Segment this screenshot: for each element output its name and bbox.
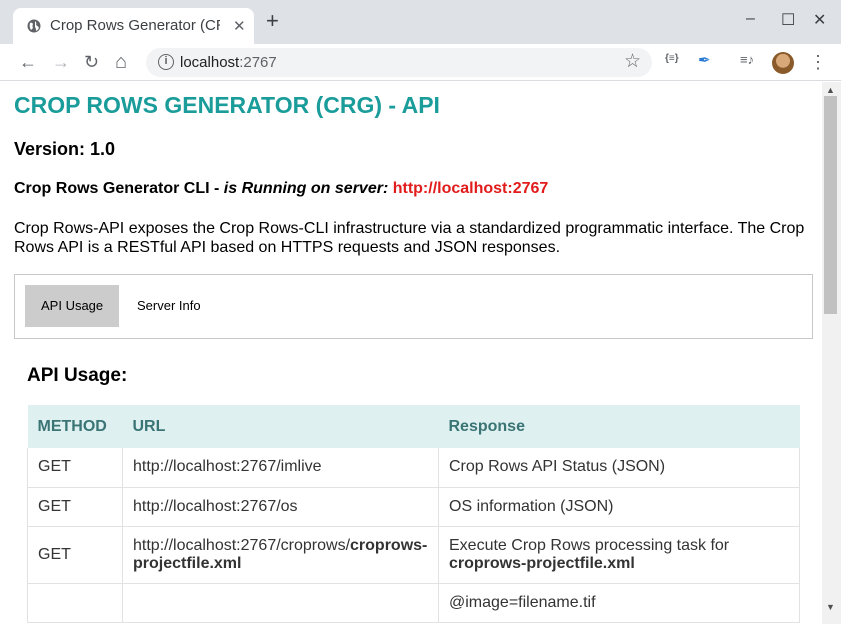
home-icon[interactable]: ⌂ — [115, 52, 127, 72]
media-control-icon[interactable]: ≡♪ — [740, 52, 754, 67]
header-response: Response — [438, 405, 800, 448]
info-icon[interactable]: i — [158, 54, 174, 70]
close-window-icon[interactable]: ✕ — [813, 10, 826, 30]
minimize-icon[interactable]: – — [746, 10, 755, 28]
cli-status-line: Crop Rows Generator CLI - is Running on … — [14, 180, 548, 198]
bookmark-star-icon[interactable]: ☆ — [624, 50, 641, 73]
method-cell: GET — [27, 448, 123, 488]
method-cell: GET — [27, 487, 123, 527]
method-cell — [27, 583, 123, 623]
url-cell — [122, 583, 439, 623]
response-cell: OS information (JSON) — [438, 487, 800, 527]
new-tab-button[interactable]: + — [266, 10, 279, 32]
scroll-down-icon[interactable]: ▼ — [826, 602, 835, 612]
header-method: METHOD — [27, 405, 123, 448]
url-port: :2767 — [239, 54, 277, 71]
url-cell: http://localhost:2767/os — [122, 487, 439, 527]
browser-tab[interactable]: Crop Rows Generator (CR ✕ — [13, 8, 254, 44]
tab-api-usage[interactable]: API Usage — [25, 285, 120, 327]
response-cell: Execute Crop Rows processing task for cro… — [438, 526, 800, 584]
json-extension-icon[interactable]: {≡} — [665, 53, 679, 64]
globe-icon — [27, 19, 41, 33]
scroll-thumb[interactable] — [824, 96, 837, 314]
tab-title: Crop Rows Generator (CR — [50, 17, 220, 34]
table-header-row: METHOD URL Response — [27, 405, 800, 448]
page-content: CROP ROWS GENERATOR (CRG) - API Version:… — [0, 82, 822, 624]
api-usage-table: METHOD URL Response GET http://localhost… — [27, 405, 800, 623]
url-prefix: http://localhost:2767/croprows/ — [133, 536, 351, 554]
browser-tabstrip: Crop Rows Generator (CR ✕ + – ☐ ✕ — [0, 0, 841, 44]
reload-icon[interactable]: ↻ — [84, 52, 99, 72]
url-cell: http://localhost:2767/imlive — [122, 448, 439, 488]
table-row: GET http://localhost:2767/os OS informat… — [27, 487, 800, 527]
header-url: URL — [122, 405, 439, 448]
close-tab-icon[interactable]: ✕ — [233, 17, 246, 35]
maximize-icon[interactable]: ☐ — [781, 10, 795, 30]
table-row: GET http://localhost:2767/croprows/cropr… — [27, 526, 800, 584]
response-cell: Crop Rows API Status (JSON) — [438, 448, 800, 488]
url-text[interactable]: localhost:2767 — [180, 54, 277, 71]
address-bar[interactable]: i localhost:2767 ☆ — [146, 48, 652, 77]
version-heading: Version: 1.0 — [14, 139, 116, 159]
url-cell: http://localhost:2767/croprows/croprows-… — [122, 526, 439, 584]
api-description: Crop Rows-API exposes the Crop Rows-CLI … — [14, 220, 805, 256]
response-bold: croprows-projectfile.xml — [449, 554, 635, 572]
browser-toolbar: ← → ↻ ⌂ i localhost:2767 ☆ {≡} ✒ ≡♪ ⋮ — [0, 44, 841, 81]
scroll-up-icon[interactable]: ▲ — [826, 85, 835, 95]
forward-icon[interactable]: → — [52, 52, 70, 72]
cli-running-text: is Running on server: — [223, 180, 389, 197]
server-url: http://localhost:2767 — [392, 180, 549, 197]
cli-prefix: Crop Rows Generator CLI - — [14, 180, 224, 197]
back-icon[interactable]: ← — [19, 52, 37, 72]
page-title: CROP ROWS GENERATOR (CRG) - API — [14, 92, 440, 118]
table-row: GET http://localhost:2767/imlive Crop Ro… — [27, 448, 800, 488]
profile-avatar[interactable] — [772, 52, 794, 74]
method-cell: GET — [27, 526, 123, 584]
menu-icon[interactable]: ⋮ — [809, 52, 827, 72]
tab-bar: API Usage Server Info — [14, 274, 813, 339]
response-cell: @image=filename.tif — [438, 583, 800, 623]
api-usage-heading: API Usage: — [27, 365, 128, 386]
table-row: @image=filename.tif — [27, 583, 800, 623]
url-host: localhost — [180, 54, 240, 71]
vertical-scrollbar[interactable]: ▲ ▼ — [822, 82, 841, 624]
feather-extension-icon[interactable]: ✒ — [698, 51, 711, 69]
tab-server-info[interactable]: Server Info — [121, 285, 217, 327]
response-prefix: Execute Crop Rows processing task for — [449, 536, 730, 554]
